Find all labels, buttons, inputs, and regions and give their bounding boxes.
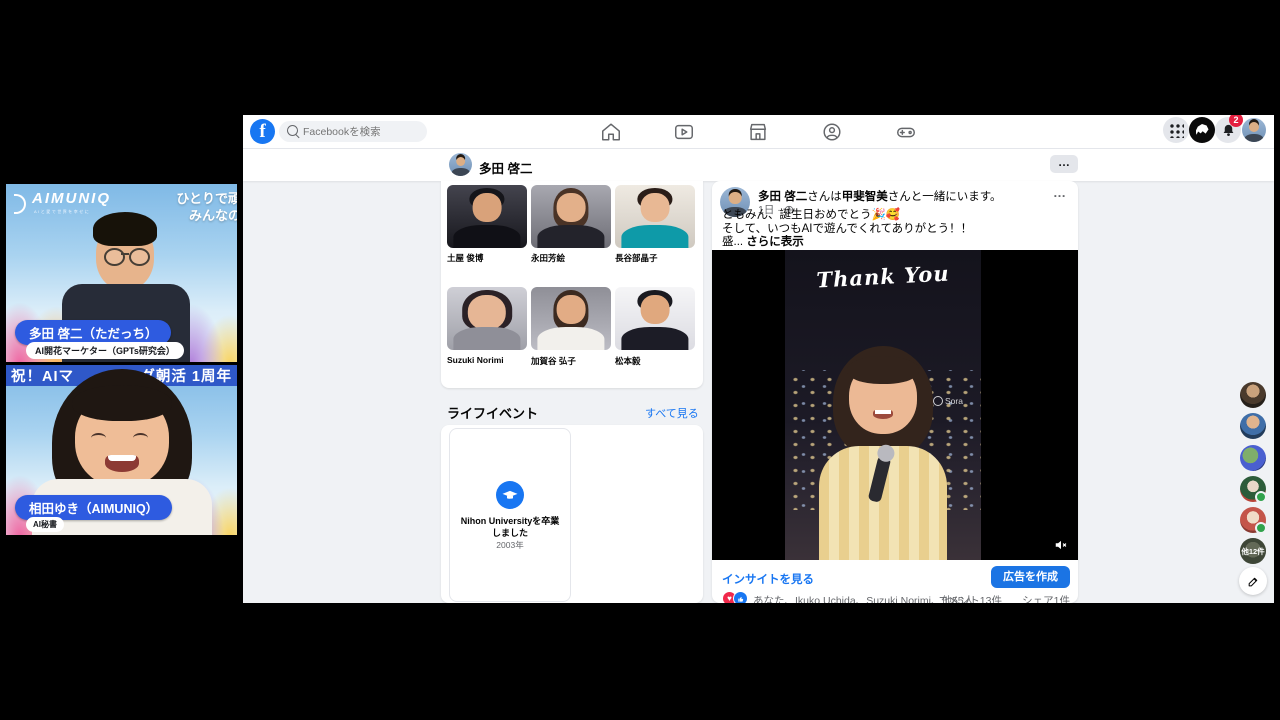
comments-count[interactable]: コメント13件 <box>938 593 1002 603</box>
nav-marketplace[interactable] <box>747 121 769 143</box>
notification-badge: 2 <box>1229 115 1243 127</box>
friends-card: 土屋 俊博 永田芳絵 長谷部晶子 Suzuki Norimi 加賀谷 弘子 松本… <box>441 181 703 388</box>
graduation-badge <box>496 481 524 509</box>
nav-home[interactable] <box>600 121 622 143</box>
facebook-header: f Facebookを検索 2 多田 啓二 … <box>243 115 1274 181</box>
post-text-line3: 盛... さらに表示 <box>722 236 804 248</box>
post-card: 多田 啓二さんは甲斐智美さんと一緒にいます。 1日 · … ともみん、誕生日おめ… <box>712 181 1078 603</box>
aimuniq-tagline: AIと愛で世界を幸せに <box>34 209 91 214</box>
life-events-card: Nihon Universityを卒業しました 2003年 <box>441 425 703 603</box>
profile-page-name[interactable]: 多田 啓二 <box>479 158 532 177</box>
aimuniq-logo-mark-icon <box>14 194 26 214</box>
friend-name[interactable]: Suzuki Norimi <box>447 355 504 365</box>
new-message-button[interactable] <box>1239 567 1267 595</box>
friend-photo[interactable] <box>531 185 611 248</box>
aimuniq-logo: AIMUNIQ <box>32 190 111 207</box>
video-watermark: Sora <box>933 396 963 406</box>
profile-more-button[interactable]: … <box>1050 155 1078 173</box>
watch-icon <box>675 124 693 140</box>
facebook-screen-share: f Facebookを検索 2 多田 啓二 … 土屋 俊博 永田芳絵 長谷部晶子… <box>243 115 1274 603</box>
like-reaction-icon[interactable] <box>733 591 748 603</box>
post-header-line: 多田 啓二さんは甲斐智美さんと一緒にいます。 <box>758 191 1002 203</box>
see-more-link[interactable]: さらに表示 <box>746 236 804 248</box>
life-event-text: Nihon Universityを卒業しました <box>460 516 560 539</box>
post-video[interactable]: Thank You Sora <box>712 250 1078 560</box>
life-events-see-all-link[interactable]: すべて見る <box>645 405 699 421</box>
contact-avatar[interactable] <box>1240 382 1266 408</box>
role-tag-tada: AI開花マーケター（GPTs研究会） <box>26 342 184 359</box>
thumb-up-icon <box>737 596 743 602</box>
contact-avatar[interactable] <box>1240 507 1267 534</box>
video-frame: Thank You Sora <box>785 250 981 560</box>
watermark-icon <box>933 396 943 406</box>
menu-button[interactable] <box>1163 117 1189 143</box>
marketplace-icon <box>749 123 767 141</box>
post-more-button[interactable]: … <box>1053 185 1066 200</box>
online-status-dot <box>1255 522 1267 534</box>
friend-name[interactable]: 土屋 俊博 <box>447 252 483 264</box>
profile-page-avatar[interactable] <box>449 153 472 176</box>
create-ad-button[interactable]: 広告を作成 <box>991 566 1070 588</box>
nav-groups[interactable] <box>821 121 843 143</box>
friend-photo[interactable] <box>531 287 611 350</box>
glasses <box>102 248 150 266</box>
friend-name[interactable]: 加賀谷 弘子 <box>531 355 576 367</box>
webcam-tile-aida: 祝！AIマ グ朝活 1周年 相田ゆき（AIMUNIQ） AI秘書 <box>6 365 237 535</box>
role-tag-aida: AI秘書 <box>26 517 64 532</box>
shares-count[interactable]: シェア1件 <box>1022 593 1070 603</box>
contact-avatar[interactable] <box>1240 445 1266 471</box>
facebook-logo[interactable]: f <box>250 119 275 144</box>
person-aida <box>72 385 172 487</box>
friend-name[interactable]: 松本毅 <box>615 355 641 367</box>
contact-avatar[interactable] <box>1240 476 1267 503</box>
search-icon <box>287 125 298 136</box>
friend-name[interactable]: 長谷部晶子 <box>615 252 658 264</box>
account-avatar[interactable] <box>1242 118 1266 142</box>
video-overlay-text: Thank You <box>815 260 951 293</box>
life-events-title: ライフイベント <box>447 406 539 421</box>
online-status-dot <box>1255 491 1267 503</box>
header-divider <box>243 148 1274 149</box>
video-call-stage: AIMUNIQ AIと愛で世界を幸せに ひとりで頑 みんなの 多田 啓二（ただっ… <box>0 0 1280 720</box>
messenger-button[interactable] <box>1189 117 1215 143</box>
nav-gaming[interactable] <box>895 121 917 143</box>
contact-avatar-more[interactable]: 他12件 <box>1240 538 1266 564</box>
nav-watch[interactable] <box>673 121 695 143</box>
webcam-tile-tada: AIMUNIQ AIと愛で世界を幸せに ひとりで頑 みんなの 多田 啓二（ただっ… <box>6 184 237 362</box>
life-event-item[interactable]: Nihon Universityを卒業しました 2003年 <box>449 428 571 602</box>
life-event-year: 2003年 <box>496 540 524 550</box>
contact-avatar[interactable] <box>1240 413 1266 439</box>
mute-icon[interactable] <box>1054 538 1068 552</box>
friend-name[interactable]: 永田芳絵 <box>531 252 565 264</box>
compose-pencil-icon <box>1248 577 1257 586</box>
video-person-face <box>847 356 919 434</box>
search-input[interactable] <box>279 121 427 142</box>
gaming-icon <box>897 127 915 138</box>
background-slogan: ひとりで頑 みんなの <box>176 191 237 223</box>
friend-photo[interactable] <box>615 287 695 350</box>
home-icon <box>602 123 620 141</box>
graduation-cap-icon <box>502 490 518 499</box>
friend-photo[interactable] <box>447 185 527 248</box>
messenger-icon <box>1195 124 1209 135</box>
friend-photo[interactable] <box>615 185 695 248</box>
post-text-line2: そして、いつもAIで遊んでくれてありがとう！！ <box>722 223 973 235</box>
friend-photo[interactable] <box>447 287 527 350</box>
insights-link[interactable]: インサイトを見る <box>722 571 814 587</box>
groups-icon <box>823 123 841 141</box>
post-text-line1: ともみん、誕生日おめでとう🎉🥰 <box>722 209 901 221</box>
contacts-more-count: 他12件 <box>1240 538 1266 564</box>
grid-menu-icon <box>1168 122 1184 138</box>
post-tagged-name[interactable]: 甲斐智美 <box>842 191 888 203</box>
